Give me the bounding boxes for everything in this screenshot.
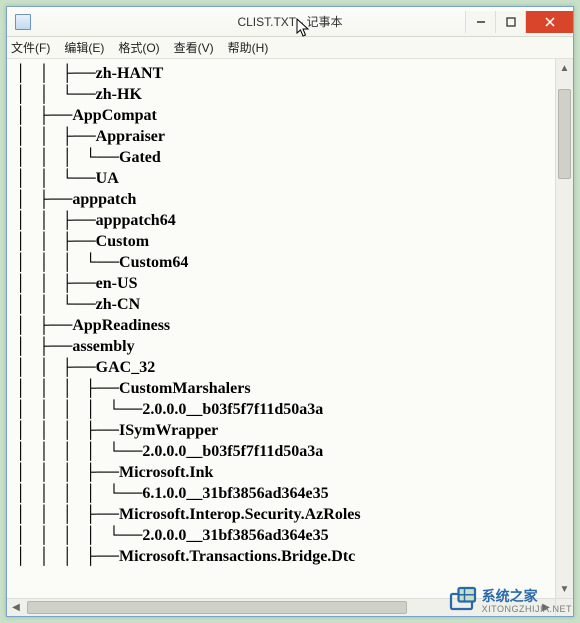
title-bar[interactable]: CLIST.TXT - 记事本 xyxy=(7,7,573,37)
scroll-up-arrow-icon[interactable]: ▲ xyxy=(556,59,573,77)
menu-file[interactable]: 文件(F) xyxy=(11,39,50,56)
notepad-window: CLIST.TXT - 记事本 文件(F) 编辑(E) 格式(O) 查看(V) … xyxy=(6,6,574,617)
close-icon xyxy=(545,17,555,27)
minimize-icon xyxy=(476,17,486,27)
app-icon xyxy=(15,14,31,30)
horizontal-scroll-thumb[interactable] xyxy=(27,601,407,614)
maximize-icon xyxy=(506,17,516,27)
window-buttons xyxy=(465,11,573,33)
maximize-button[interactable] xyxy=(495,11,525,33)
vertical-scrollbar[interactable]: ▲ ▼ xyxy=(555,59,573,598)
scrollbar-corner xyxy=(555,598,573,616)
menu-format[interactable]: 格式(O) xyxy=(118,39,159,56)
vertical-scroll-thumb[interactable] xyxy=(558,89,571,179)
scroll-right-arrow-icon[interactable]: ▶ xyxy=(537,599,555,616)
scroll-down-arrow-icon[interactable]: ▼ xyxy=(556,580,573,598)
text-editor[interactable]: │ │ ├──zh-HANT │ │ └──zh-HK │ ├──AppComp… xyxy=(7,59,555,598)
close-button[interactable] xyxy=(525,11,573,33)
horizontal-scrollbar[interactable]: ◀ ▶ xyxy=(7,598,555,616)
window-title: CLIST.TXT - 记事本 xyxy=(237,13,342,30)
menu-edit[interactable]: 编辑(E) xyxy=(64,39,104,56)
menu-view[interactable]: 查看(V) xyxy=(174,39,214,56)
content-area: │ │ ├──zh-HANT │ │ └──zh-HK │ ├──AppComp… xyxy=(7,59,573,616)
menu-bar: 文件(F) 编辑(E) 格式(O) 查看(V) 帮助(H) xyxy=(7,37,573,59)
menu-help[interactable]: 帮助(H) xyxy=(228,39,269,56)
scroll-left-arrow-icon[interactable]: ◀ xyxy=(7,599,25,616)
minimize-button[interactable] xyxy=(465,11,495,33)
